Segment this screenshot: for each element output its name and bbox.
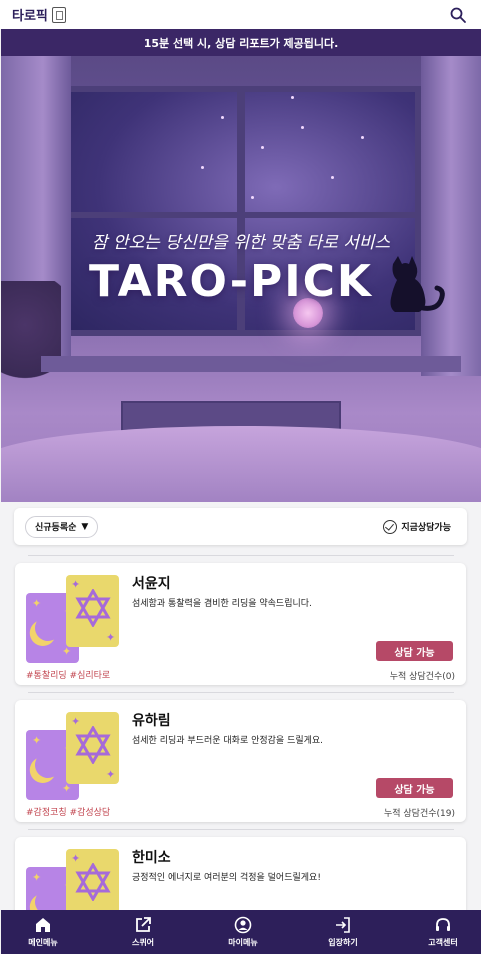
top-bar: 타로픽 — [0, 0, 481, 29]
reader-name: 한미소 — [132, 850, 171, 866]
consult-count: 누적 상담건수(0) — [389, 672, 455, 682]
notice-text: 15분 선택 시, 상담 리포트가 제공됩니다. — [143, 36, 339, 50]
nav-label: 메인메뉴 — [28, 938, 58, 947]
sort-dropdown[interactable]: 신규등록순 ▼ — [25, 515, 99, 538]
hero-title: TARO-PICK — [89, 256, 374, 307]
nav-support[interactable]: 고객센터 — [415, 916, 471, 948]
consult-count: 누적 상담건수(19) — [383, 809, 455, 819]
share-icon — [136, 917, 151, 932]
reader-name: 서윤지 — [132, 576, 171, 592]
bottom-nav: 메인메뉴 스퀴어 마이메뉴 입장하기 고객센터 — [1, 910, 481, 954]
consult-available-button[interactable]: 상담 가능 — [376, 778, 453, 798]
brand-name: 타로픽 — [12, 9, 48, 24]
nav-label: 마이메뉴 — [228, 938, 258, 947]
caret-down-icon: ▼ — [81, 521, 89, 532]
tarot-cards-illustration: ✦ ✦ ✦ ✦ ✦ — [26, 575, 120, 665]
login-icon — [336, 917, 350, 933]
reader-card[interactable]: ✦ ✦ ✦ ✦ ✦ #감정코칭 #감성상담 유하림 섬세한 리딩과 부드러운 대… — [15, 700, 466, 822]
star-card-icon: ✦ ✦ — [66, 712, 119, 784]
reader-description: 섬세함과 통찰력을 겸비한 리딩을 약속드립니다. — [132, 599, 312, 609]
reader-description: 긍정적인 에너지로 여러분의 걱정을 덜어드릴게요! — [132, 873, 321, 883]
star-card-icon: ✦ ✦ — [66, 575, 119, 647]
hero-banner: 잠 안오는 당신만을 위한 맞춤 타로 서비스 TARO-PICK — [1, 56, 481, 502]
hero-window-sill — [41, 356, 461, 372]
notice-banner: 15분 선택 시, 상담 리포트가 제공됩니다. — [1, 29, 481, 56]
filter-bar: 신규등록순 ▼ 지금상담가능 — [14, 508, 467, 545]
nav-label: 고객센터 — [428, 938, 458, 947]
reader-card[interactable]: ✦ ✦ ✦ ✦ ✦ #통찰리딩 #심리타로 서윤지 섬세함과 통찰력을 겸비한 … — [15, 563, 466, 685]
hero-curtain-right — [421, 56, 481, 376]
divider — [28, 829, 454, 830]
nav-home[interactable]: 메인메뉴 — [15, 916, 71, 948]
app-root: 타로픽 15분 선택 시, 상담 리포트가 제공됩니다. 잠 안오는 당신만을 … — [0, 0, 481, 954]
reader-tags: #감정코칭 #감성상담 — [26, 808, 111, 818]
tarot-cards-illustration: ✦ ✦ ✦ ✦ ✦ — [26, 712, 120, 802]
brand-logo[interactable]: 타로픽 — [12, 5, 66, 24]
consult-available-button[interactable]: 상담 가능 — [376, 641, 453, 661]
nav-login[interactable]: 입장하기 — [315, 916, 371, 948]
reader-tags: #통찰리딩 #심리타로 — [26, 671, 111, 681]
check-circle-icon — [383, 519, 398, 534]
reader-description: 섬세한 리딩과 부드러운 대화로 안정감을 드릴게요. — [132, 736, 324, 746]
reader-name: 유하림 — [132, 713, 171, 729]
available-label: 지금상담가능 — [401, 523, 451, 533]
tarot-card-icon — [51, 6, 66, 23]
hero-plant — [1, 281, 61, 391]
hero-subtitle: 잠 안오는 당신만을 위한 맞춤 타로 서비스 — [91, 233, 391, 253]
nav-label: 스퀴어 — [131, 938, 155, 947]
nav-label: 입장하기 — [328, 938, 358, 947]
black-cat-icon — [385, 254, 447, 314]
nav-mymenu[interactable]: 마이메뉴 — [215, 916, 271, 948]
hero-bed — [1, 426, 481, 502]
home-icon — [36, 918, 50, 932]
divider — [28, 555, 454, 556]
divider — [28, 692, 454, 693]
sort-label: 신규등록순 — [35, 523, 77, 533]
search-icon[interactable] — [449, 6, 467, 24]
user-circle-icon — [234, 916, 252, 934]
nav-share[interactable]: 스퀴어 — [115, 916, 171, 948]
headset-icon — [436, 918, 450, 931]
available-now-filter[interactable]: 지금상담가능 — [383, 519, 451, 534]
